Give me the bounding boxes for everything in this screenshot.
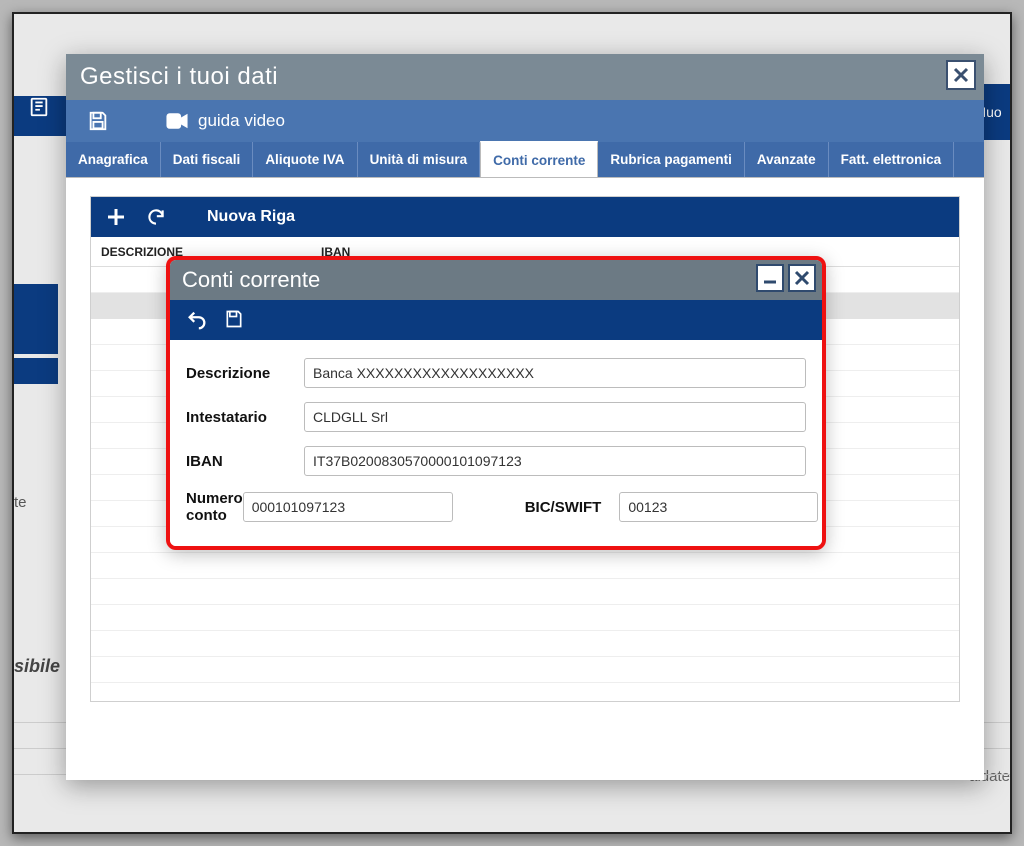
tab-label: Avanzate: [757, 152, 816, 167]
save-button[interactable]: [86, 109, 110, 133]
numero-conto-input[interactable]: [243, 492, 453, 522]
minimize-icon: [762, 270, 778, 286]
bic-swift-label: BIC/SWIFT: [525, 499, 602, 516]
grid-toolbar-title: Nuova Riga: [207, 208, 295, 226]
bg-truncated-text-1: te: [14, 494, 27, 511]
iban-label: IBAN: [186, 453, 304, 470]
close-icon: [952, 66, 970, 84]
iban-input[interactable]: [304, 446, 806, 476]
grid-toolbar: Nuova Riga: [91, 197, 959, 237]
dialog-tabs: Anagrafica Dati fiscali Aliquote IVA Uni…: [66, 142, 984, 178]
tab-fatt-elettronica[interactable]: Fatt. elettronica: [829, 142, 955, 177]
dialog-close-button[interactable]: [946, 60, 976, 90]
tab-label: Unità di misura: [370, 152, 468, 167]
conti-corrente-dialog: Conti corrente: [166, 256, 826, 550]
descrizione-label: Descrizione: [186, 365, 304, 382]
inner-undo-button[interactable]: [186, 309, 208, 331]
tab-avanzate[interactable]: Avanzate: [745, 142, 829, 177]
inner-toolbar: [170, 300, 822, 340]
inner-titlebar: Conti corrente: [170, 260, 822, 300]
save-icon: [87, 110, 109, 132]
dialog-title-text: Gestisci i tuoi dati: [80, 63, 278, 91]
tab-label: Aliquote IVA: [265, 152, 344, 167]
tab-label: Fatt. elettronica: [841, 152, 942, 167]
add-row-button[interactable]: [105, 206, 127, 228]
video-guide-button[interactable]: guida video: [166, 111, 285, 131]
dialog-toolbar: guida video: [66, 100, 984, 142]
dialog-titlebar: Gestisci i tuoi dati: [66, 54, 984, 100]
video-guide-label: guida video: [198, 111, 285, 131]
tab-label: Anagrafica: [78, 152, 148, 167]
tab-body: Nuova Riga DESCRIZIONE IBAN Conti corren…: [66, 178, 984, 780]
tab-aliquote-iva[interactable]: Aliquote IVA: [253, 142, 357, 177]
save-icon: [224, 309, 244, 329]
tab-label: Conti corrente: [493, 153, 585, 168]
bic-swift-input[interactable]: [619, 492, 818, 522]
intestatario-label: Intestatario: [186, 409, 304, 426]
close-icon: [794, 270, 810, 286]
numero-conto-label: Numero conto: [186, 490, 243, 524]
descrizione-input[interactable]: [304, 358, 806, 388]
intestatario-input[interactable]: [304, 402, 806, 432]
bg-toolbar-icon: [28, 96, 64, 136]
refresh-icon: [146, 207, 166, 227]
manage-data-dialog: Gestisci i tuoi dati guida video Anagraf…: [66, 54, 984, 780]
inner-minimize-button[interactable]: [756, 264, 784, 292]
tab-dati-fiscali[interactable]: Dati fiscali: [161, 142, 254, 177]
tab-unita-misura[interactable]: Unità di misura: [358, 142, 481, 177]
inner-save-button[interactable]: [224, 309, 246, 331]
undo-icon: [186, 309, 208, 331]
tab-label: Dati fiscali: [173, 152, 241, 167]
video-icon: [166, 112, 188, 130]
inner-form: Descrizione Intestatario IBAN Numero con…: [170, 340, 822, 546]
inner-close-button[interactable]: [788, 264, 816, 292]
inner-title-text: Conti corrente: [182, 267, 320, 293]
tab-anagrafica[interactable]: Anagrafica: [66, 142, 161, 177]
refresh-button[interactable]: [145, 206, 167, 228]
bg-truncated-text-2: sibile: [14, 656, 60, 677]
tab-label: Rubrica pagamenti: [610, 152, 732, 167]
tab-conti-corrente[interactable]: Conti corrente: [480, 141, 598, 177]
plus-icon: [106, 207, 126, 227]
tab-rubrica-pagamenti[interactable]: Rubrica pagamenti: [598, 142, 745, 177]
